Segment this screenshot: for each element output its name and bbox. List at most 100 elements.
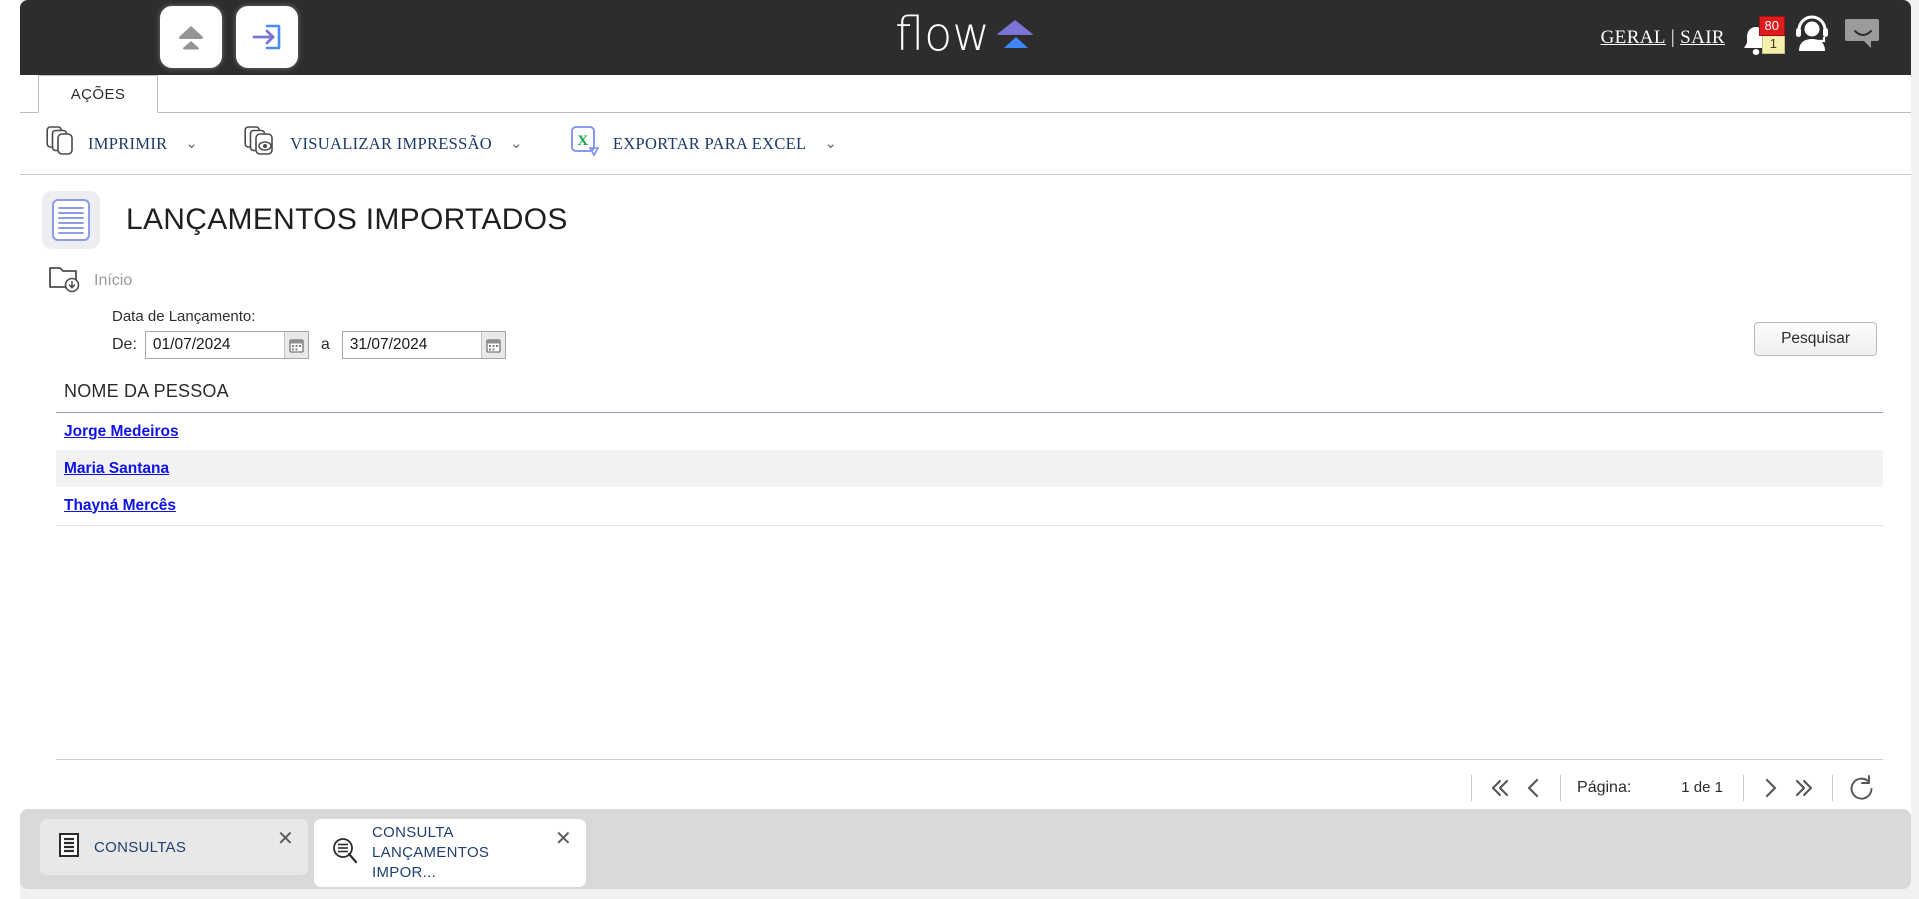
right-gutter	[1911, 0, 1919, 899]
refresh-icon	[1850, 774, 1873, 800]
calendar-glyph	[289, 338, 304, 353]
next-page-button[interactable]	[1754, 771, 1788, 805]
tab-acoes[interactable]: AÇÕES	[38, 75, 158, 113]
document-lines-icon	[42, 191, 100, 249]
chevron-left-icon	[1527, 778, 1539, 797]
export-excel-button-label: EXPORTAR PARA EXCEL	[612, 133, 807, 153]
date-range-row: De: a	[112, 331, 1911, 359]
column-header-nome-da-pessoa[interactable]: NOME DA PESSOA	[56, 381, 1883, 412]
sair-link[interactable]: SAIR	[1680, 27, 1725, 48]
date-to-field[interactable]	[341, 331, 506, 359]
pager-divider	[1471, 774, 1473, 801]
taskbar: CONSULTAS ✕ CONSULTA LANÇAMENTOS IMPOR..…	[20, 809, 1911, 889]
person-name-link[interactable]: Jorge Medeiros	[64, 423, 179, 441]
table-row[interactable]: Jorge Medeiros	[56, 413, 1883, 450]
folder-download-glyph	[49, 267, 80, 293]
table-row[interactable]: Thayná Mercês	[56, 487, 1883, 524]
chat-bubble-icon[interactable]	[1845, 17, 1883, 58]
print-copies-glyph	[46, 126, 73, 155]
chevron-down-icon[interactable]: ⌄	[824, 134, 837, 153]
page-title: LANÇAMENTOS IMPORTADOS	[126, 203, 568, 236]
close-icon[interactable]: ✕	[555, 828, 572, 848]
chat-bubble-glyph	[1845, 19, 1879, 48]
taskbar-item-label-line1: CONSULTA	[372, 824, 454, 841]
links-separator: |	[1670, 26, 1676, 48]
upload-cloud-icon[interactable]	[160, 6, 222, 68]
calendar-icon[interactable]	[283, 332, 308, 358]
login-arrow-glyph	[252, 24, 281, 50]
upload-cloud-glyph	[179, 26, 203, 50]
person-name-link[interactable]: Thayná Mercês	[64, 497, 176, 515]
print-preview-icon	[244, 125, 278, 162]
print-button-label: IMPRIMIR	[88, 133, 168, 153]
notification-badge-secondary[interactable]: 1	[1761, 33, 1785, 54]
pager-divider	[1560, 774, 1562, 801]
pager-divider	[1832, 774, 1833, 801]
date-to-input[interactable]	[342, 332, 481, 358]
export-excel-button[interactable]: X EXPORTAR PARA EXCEL ⌄	[569, 124, 837, 163]
search-button[interactable]: Pesquisar	[1754, 322, 1877, 356]
chevron-double-left-icon	[1491, 779, 1509, 796]
last-page-button[interactable]	[1788, 771, 1822, 805]
filter-panel: Data de Lançamento: De: 01/07/2024 a 31/…	[20, 298, 1911, 359]
chevron-down-icon[interactable]: ⌄	[510, 134, 523, 153]
calendar-glyph	[486, 338, 501, 353]
taskbar-item-label-line2: LANÇAMENTOS IMPOR...	[372, 844, 490, 881]
search-list-icon	[332, 837, 358, 869]
chevron-double-right-icon	[1795, 779, 1813, 796]
svg-text:X: X	[577, 133, 588, 149]
header-right-group: GERAL | SAIR 80 1	[1601, 0, 1883, 75]
headset-user-glyph	[1796, 15, 1828, 51]
chevron-down-icon[interactable]: ⌄	[185, 134, 198, 153]
logo-text: flow	[895, 7, 990, 61]
document-lines-glyph	[52, 199, 90, 241]
results-grid: NOME DA PESSOA Jorge Medeiros Maria Sant…	[56, 381, 1883, 526]
support-agent-icon[interactable]	[1793, 15, 1831, 60]
list-document-icon	[58, 832, 80, 862]
taskbar-item-label: CONSULTAS	[94, 838, 187, 856]
print-preview-button-label: VISUALIZAR IMPRESSÃO	[290, 133, 493, 153]
print-preview-glyph	[244, 126, 274, 155]
top-header-bar: flow GERAL | SAIR 80 1	[20, 0, 1911, 75]
between-label: a	[320, 336, 330, 353]
person-name-link[interactable]: Maria Santana	[64, 460, 169, 478]
date-from-field[interactable]	[144, 331, 309, 359]
excel-icon: X	[569, 124, 601, 163]
list-document-glyph	[59, 833, 79, 857]
calendar-icon[interactable]	[480, 332, 505, 358]
pagination-bar: Página: 1 de 1	[56, 759, 1883, 815]
page-header: LANÇAMENTOS IMPORTADOS	[20, 175, 1911, 249]
refresh-button[interactable]	[1843, 771, 1877, 805]
prev-page-button[interactable]	[1516, 771, 1550, 805]
print-button[interactable]: IMPRIMIR ⌄	[46, 125, 198, 162]
from-label: De:	[112, 336, 137, 353]
ribbon-toolbar: IMPRIMIR ⌄ VISUALIZAR IMPRESSÃO ⌄ X EXPO…	[20, 113, 1911, 175]
first-page-button[interactable]	[1482, 771, 1516, 805]
table-row[interactable]: Maria Santana	[56, 450, 1883, 487]
page-content: LANÇAMENTOS IMPORTADOS Início Data de La…	[20, 175, 1911, 815]
breadcrumb-label-inicio[interactable]: Início	[94, 272, 132, 290]
header-account-links: GERAL | SAIR	[1601, 27, 1725, 49]
print-copies-icon	[46, 125, 76, 162]
filter-group-label: Data de Lançamento:	[112, 308, 256, 325]
taskbar-item-label: CONSULTA LANÇAMENTOS IMPOR...	[372, 823, 538, 883]
taskbar-item-consultas[interactable]: CONSULTAS ✕	[40, 819, 308, 875]
geral-link[interactable]: GERAL	[1601, 27, 1666, 48]
application-window: flow GERAL | SAIR 80 1 AÇÕES IMPRIMIR ⌄ …	[0, 0, 1919, 899]
logo-triangles-icon	[994, 12, 1036, 56]
page-label: Página:	[1577, 778, 1632, 796]
print-preview-button[interactable]: VISUALIZAR IMPRESSÃO ⌄	[244, 125, 523, 162]
tab-strip: AÇÕES	[20, 75, 1911, 113]
page-indicator: 1 de 1	[1681, 779, 1723, 796]
taskbar-item-consulta-lancamentos[interactable]: CONSULTA LANÇAMENTOS IMPOR... ✕	[314, 819, 586, 887]
notification-badge-primary[interactable]: 80	[1758, 15, 1785, 36]
search-list-glyph	[333, 838, 358, 864]
close-icon[interactable]: ✕	[277, 828, 294, 848]
pager-divider	[1743, 774, 1744, 801]
breadcrumb: Início	[20, 249, 1911, 298]
excel-glyph: X	[571, 126, 600, 157]
chevron-right-icon	[1765, 778, 1777, 797]
login-arrow-icon[interactable]	[236, 6, 298, 68]
notifications-bell[interactable]: 80 1	[1739, 15, 1785, 60]
date-from-input[interactable]	[145, 332, 284, 358]
